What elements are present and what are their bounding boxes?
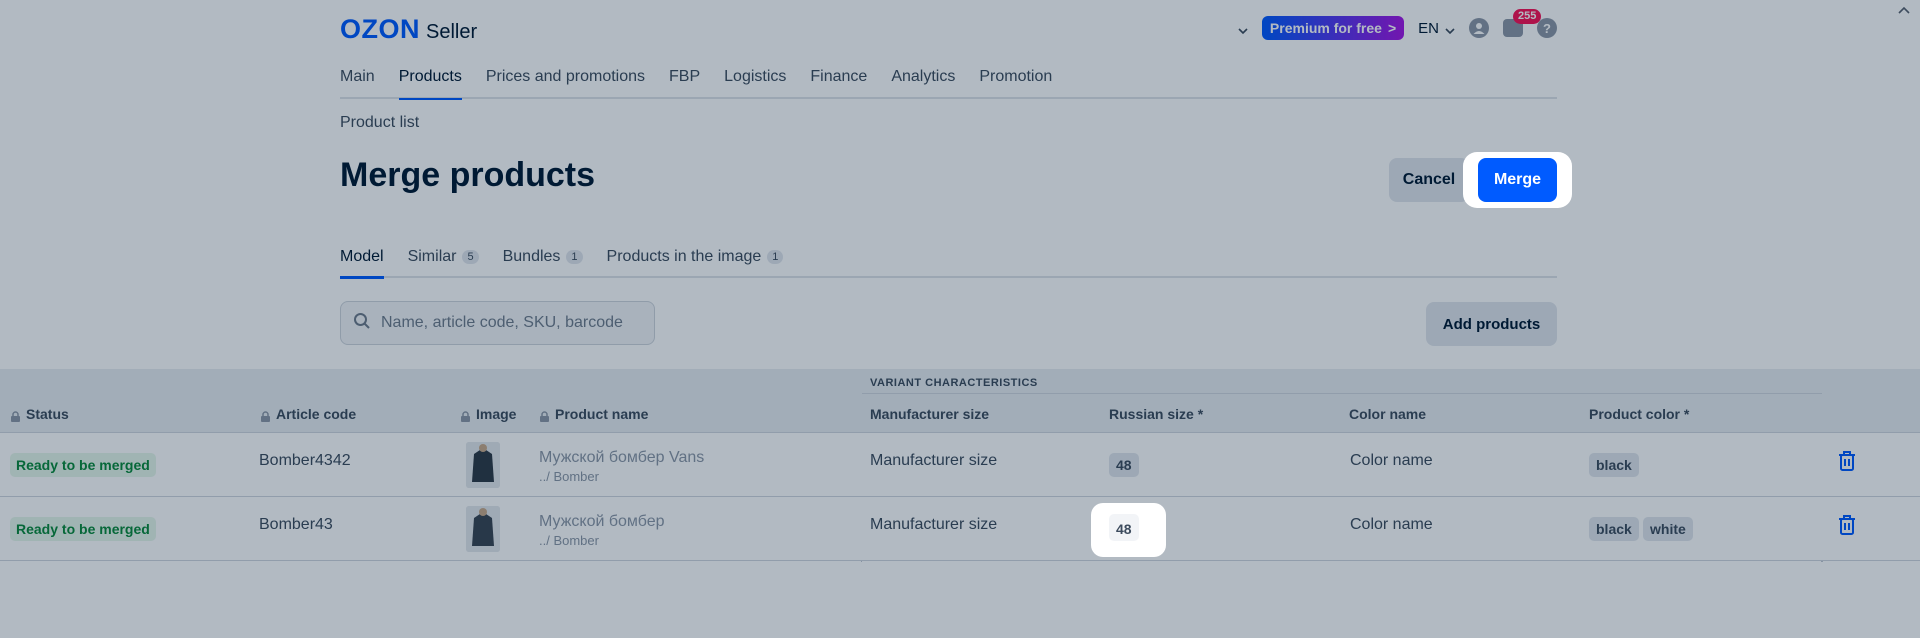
tab-count: 1	[767, 250, 784, 264]
table-header: VARIANT CHARACTERISTICS Status Article c…	[0, 369, 1920, 433]
user-icon[interactable]	[1469, 18, 1489, 38]
lock-icon	[539, 409, 550, 422]
tab-bundles[interactable]: Bundles 1	[503, 237, 583, 277]
column-russian-size: Russian size *	[1109, 406, 1204, 422]
logo[interactable]: OZON Seller	[340, 14, 477, 45]
nav-item-main[interactable]: Main	[340, 55, 375, 98]
tab-similar[interactable]: Similar 5	[408, 237, 479, 277]
add-products-button[interactable]: Add products	[1426, 302, 1557, 346]
column-manufacturer-size: Manufacturer size	[870, 406, 990, 422]
nav-item-promotion[interactable]: Promotion	[979, 55, 1052, 98]
back-arrow-icon[interactable]	[1896, 4, 1912, 25]
column-label: Article code	[276, 406, 357, 422]
tab-count: 1	[566, 250, 583, 264]
tab-label: Products in the image	[606, 248, 762, 265]
chat-icon[interactable]: 255	[1503, 9, 1542, 37]
header: OZON Seller Premium for free > EN 255 ?	[340, 0, 1557, 56]
help-glyph: ?	[1543, 20, 1551, 36]
merge-button[interactable]: Merge	[1478, 158, 1557, 202]
tab-label: Bundles	[502, 248, 561, 265]
column-product-color: Product color *	[1589, 406, 1690, 422]
cancel-button[interactable]: Cancel	[1389, 158, 1469, 202]
column-label: Status	[26, 406, 69, 422]
russian-size-chip[interactable]: 48	[1109, 453, 1139, 477]
lock-icon	[260, 409, 271, 422]
tab-count: 5	[462, 250, 479, 264]
nav-item-logistics[interactable]: Logistics	[724, 55, 786, 98]
main-nav: Main Products Prices and promotions FBP …	[340, 55, 1557, 100]
lock-icon	[10, 409, 21, 422]
nav-item-fbp[interactable]: FBP	[669, 55, 700, 98]
product-image[interactable]	[466, 442, 500, 488]
nav-item-products[interactable]: Products	[398, 55, 462, 100]
lock-icon	[460, 409, 471, 422]
column-article: Article code	[260, 406, 356, 422]
chevron-down-icon[interactable]	[1238, 23, 1248, 35]
trash-icon[interactable]	[1834, 512, 1860, 538]
color-chip[interactable]: black	[1589, 453, 1639, 477]
language-selector[interactable]: EN	[1418, 20, 1455, 37]
premium-button[interactable]: Premium for free >	[1261, 16, 1405, 40]
column-color-name: Color name	[1349, 406, 1427, 422]
logo-brand: OZON	[340, 14, 420, 44]
notifications-badge: 255	[1513, 9, 1542, 24]
color-name-field[interactable]: Color name	[1350, 452, 1433, 470]
tab-products-in-image[interactable]: Products in the image 1	[607, 237, 784, 277]
status-badge: Ready to be merged	[10, 517, 156, 541]
premium-arrow-icon: >	[1387, 20, 1397, 36]
highlight-halo	[1463, 152, 1572, 208]
tab-model[interactable]: Model	[340, 237, 384, 279]
article-code: Bomber43	[259, 516, 333, 533]
color-name-field[interactable]: Color name	[1350, 516, 1433, 534]
header-actions: Premium for free > EN 255 ?	[1238, 9, 1557, 41]
nav-item-finance[interactable]: Finance	[810, 55, 867, 98]
group-divider	[862, 393, 1822, 394]
product-image[interactable]	[466, 506, 500, 552]
language-label: EN	[1418, 19, 1439, 37]
nav-item-prices[interactable]: Prices and promotions	[486, 55, 645, 98]
product-name: Мужской бомбер	[539, 513, 665, 530]
premium-label: Premium for free	[1269, 20, 1382, 36]
breadcrumb[interactable]: Product list	[340, 114, 1557, 132]
group-header: VARIANT CHARACTERISTICS	[870, 377, 1038, 389]
color-chip[interactable]: white	[1643, 517, 1693, 541]
nav-item-analytics[interactable]: Analytics	[891, 55, 955, 98]
chevron-down-icon	[1445, 23, 1455, 35]
column-status: Status	[10, 406, 69, 422]
search-icon	[353, 312, 371, 335]
search-input[interactable]	[381, 314, 641, 332]
column-image: Image	[460, 406, 516, 422]
article-code: Bomber4342	[259, 452, 351, 469]
page-title: Merge products	[340, 156, 596, 194]
tabs: Model Similar 5 Bundles 1 Products in th…	[340, 237, 1557, 279]
table-row: Ready to be merged Bomber43 Мужской бомб…	[0, 497, 1920, 561]
search-box[interactable]	[340, 301, 655, 345]
status-badge: Ready to be merged	[10, 453, 156, 477]
manufacturer-size-field[interactable]: Manufacturer size	[870, 516, 997, 534]
column-label: Product name	[555, 406, 649, 422]
russian-size-chip[interactable]: 48	[1109, 517, 1139, 541]
product-category: ../ Bomber	[539, 533, 599, 548]
column-product-name: Product name	[539, 406, 648, 422]
trash-icon[interactable]	[1834, 448, 1860, 474]
product-category: ../ Bomber	[539, 469, 599, 484]
help-icon[interactable]: ?	[1537, 18, 1557, 38]
table-row: Ready to be merged Bomber4342 Мужской бо…	[0, 433, 1920, 497]
color-chip[interactable]: black	[1589, 517, 1639, 541]
logo-product: Seller	[426, 21, 478, 43]
manufacturer-size-field[interactable]: Manufacturer size	[870, 452, 997, 470]
products-table: VARIANT CHARACTERISTICS Status Article c…	[0, 369, 1920, 562]
tab-label: Model	[340, 248, 384, 265]
page: OZON Seller Premium for free > EN 255 ? …	[0, 0, 1920, 638]
column-label: Image	[476, 406, 517, 422]
product-name: Мужской бомбер Vans	[539, 449, 705, 466]
tab-label: Similar	[407, 248, 457, 265]
